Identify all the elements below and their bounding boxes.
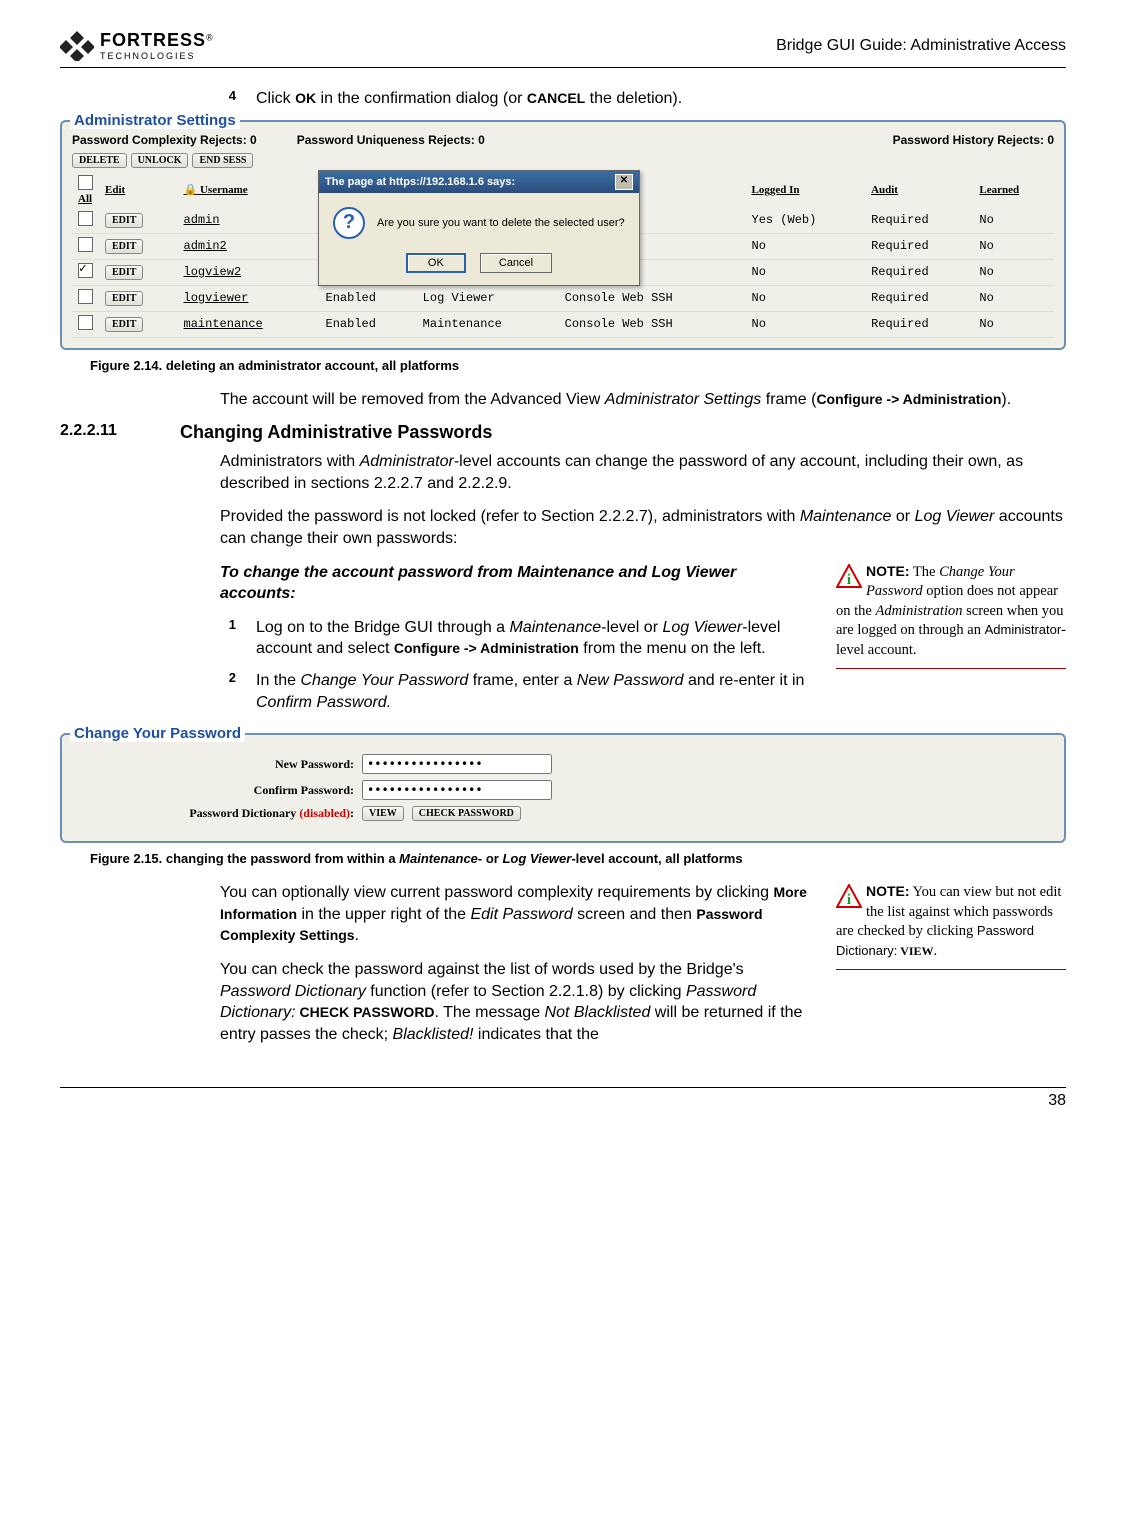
edit-button[interactable]: EDIT	[105, 213, 143, 228]
document-title: Bridge GUI Guide: Administrative Access	[776, 37, 1066, 55]
confirm-password-field[interactable]	[362, 780, 552, 800]
step-number: 4	[220, 88, 236, 110]
step-1: 1 Log on to the Bridge GUI through a Mai…	[220, 617, 812, 660]
history-rejects: Password History Rejects: 0	[893, 133, 1054, 147]
note-1: i NOTE: The Change Your Password option …	[836, 562, 1066, 670]
complexity-rejects: Password Complexity Rejects: 0	[72, 133, 257, 147]
ok-button[interactable]: OK	[406, 253, 466, 273]
figure-2-15-screenshot: Change Your Password New Password: Confi…	[60, 733, 1066, 843]
edit-button[interactable]: EDIT	[105, 317, 143, 332]
close-icon[interactable]: ✕	[615, 174, 633, 190]
new-password-label: New Password:	[74, 757, 354, 772]
body-text: Provided the password is not locked (ref…	[220, 506, 1066, 549]
disabled-tag: (disabled)	[299, 806, 350, 820]
select-all-checkbox[interactable]	[78, 175, 93, 190]
note-2: i NOTE: You can view but not edit the li…	[836, 882, 1066, 970]
edit-button[interactable]: EDIT	[105, 239, 143, 254]
figure-2-14-screenshot: Administrator Settings Password Complexi…	[60, 120, 1066, 350]
step-4: 4 Click OK in the confirmation dialog (o…	[220, 88, 1066, 110]
question-icon: ?	[333, 207, 365, 239]
check-password-button[interactable]: CHECK PASSWORD	[412, 806, 521, 821]
row-checkbox[interactable]	[78, 211, 93, 226]
table-row: EDITmaintenanceEnabledMaintenanceConsole…	[72, 311, 1054, 337]
step-2: 2 In the Change Your Password frame, ent…	[220, 670, 812, 713]
delete-button[interactable]: DELETE	[72, 153, 127, 168]
body-text: The account will be removed from the Adv…	[220, 389, 1066, 411]
caution-icon: i	[836, 564, 862, 595]
view-button[interactable]: VIEW	[362, 806, 404, 821]
cancel-button[interactable]: Cancel	[480, 253, 552, 273]
figure-caption: Figure 2.14. deleting an administrator a…	[90, 358, 1066, 373]
dict-label: Password Dictionary	[189, 806, 296, 820]
edit-button[interactable]: EDIT	[105, 291, 143, 306]
end-session-button[interactable]: END SESS	[192, 153, 253, 168]
dialog-message: Are you sure you want to delete the sele…	[377, 217, 625, 229]
table-row: EDITlogviewerEnabledLog ViewerConsole We…	[72, 285, 1054, 311]
page-header: FORTRESS® TECHNOLOGIES Bridge GUI Guide:…	[60, 30, 1066, 68]
unlock-button[interactable]: UNLOCK	[131, 153, 189, 168]
body-text: You can check the password against the l…	[220, 959, 812, 1045]
admin-settings-legend: Administrator Settings	[70, 112, 240, 129]
row-checkbox[interactable]	[78, 237, 93, 252]
section-heading: 2.2.2.11 Changing Administrative Passwor…	[60, 422, 1066, 443]
new-password-field[interactable]	[362, 754, 552, 774]
figure-caption: Figure 2.15. changing the password from …	[90, 851, 1066, 866]
dialog-title: The page at https://192.168.1.6 says:	[325, 176, 515, 188]
confirm-dialog: The page at https://192.168.1.6 says: ✕ …	[318, 170, 640, 286]
svg-text:i: i	[847, 892, 851, 908]
logo: FORTRESS® TECHNOLOGIES	[60, 30, 213, 61]
caution-icon: i	[836, 884, 862, 915]
row-checkbox[interactable]	[78, 263, 93, 278]
logo-icon	[60, 31, 94, 61]
procedure-title: To change the account password from Main…	[220, 562, 812, 605]
row-checkbox[interactable]	[78, 315, 93, 330]
logo-sub-text: TECHNOLOGIES	[100, 51, 213, 61]
svg-text:i: i	[847, 572, 851, 588]
confirm-password-label: Confirm Password:	[74, 783, 354, 798]
logo-main-text: FORTRESS	[100, 30, 206, 50]
change-password-legend: Change Your Password	[70, 725, 245, 742]
uniqueness-rejects: Password Uniqueness Rejects: 0	[297, 133, 485, 147]
edit-button[interactable]: EDIT	[105, 265, 143, 280]
page-number: 38	[60, 1087, 1066, 1110]
body-text: Administrators with Administrator-level …	[220, 451, 1066, 494]
body-text: You can optionally view current password…	[220, 882, 812, 947]
row-checkbox[interactable]	[78, 289, 93, 304]
